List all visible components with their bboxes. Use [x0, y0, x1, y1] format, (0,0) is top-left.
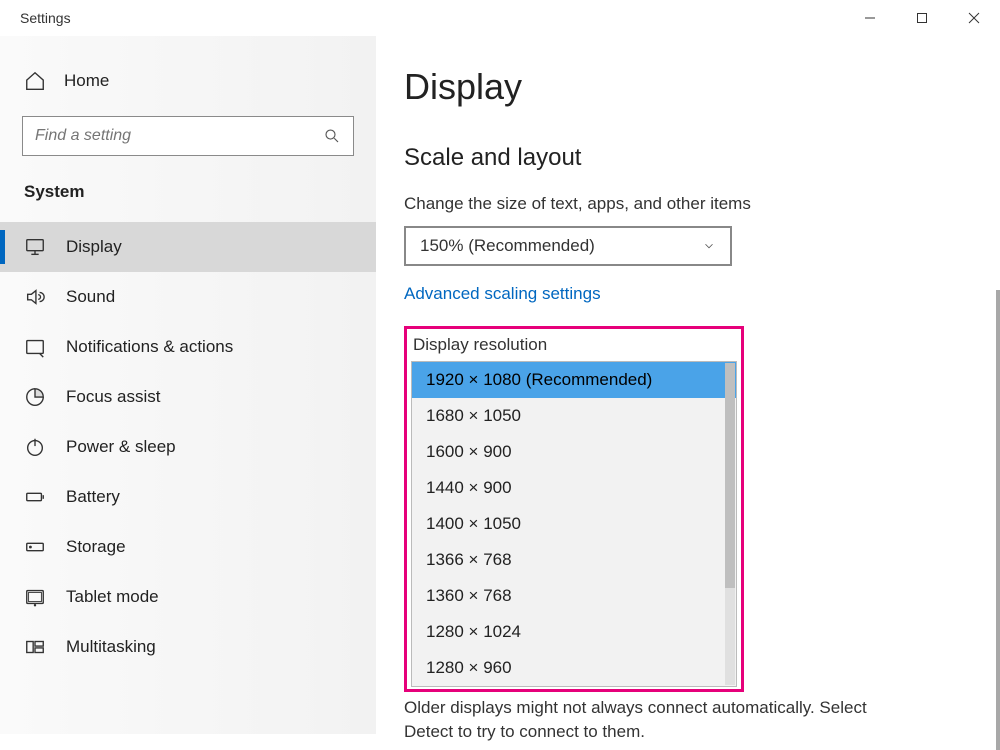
list-scrollbar[interactable]	[725, 363, 735, 685]
page-title: Display	[404, 66, 972, 108]
sidebar-item-multitasking[interactable]: Multitasking	[0, 622, 376, 672]
multitasking-icon	[24, 636, 46, 658]
resolution-option[interactable]: 1920 × 1080 (Recommended)	[412, 362, 736, 398]
close-button[interactable]	[948, 0, 1000, 36]
sidebar-item-display[interactable]: Display	[0, 222, 376, 272]
scale-value: 150% (Recommended)	[420, 236, 595, 256]
chevron-down-icon	[702, 239, 716, 253]
sidebar-item-battery[interactable]: Battery	[0, 472, 376, 522]
sidebar-item-label: Tablet mode	[66, 587, 159, 607]
maximize-button[interactable]	[896, 0, 948, 36]
sidebar-item-tablet[interactable]: Tablet mode	[0, 572, 376, 622]
home-nav[interactable]: Home	[0, 56, 376, 106]
storage-icon	[24, 536, 46, 558]
resolution-option[interactable]: 1366 × 768	[412, 542, 736, 578]
window-controls	[844, 0, 1000, 36]
section-scale-layout: Scale and layout	[404, 144, 972, 172]
sidebar-item-label: Power & sleep	[66, 437, 176, 457]
sidebar-item-label: Notifications & actions	[66, 337, 233, 357]
sidebar-item-label: Display	[66, 237, 122, 257]
notifications-icon	[24, 336, 46, 358]
detect-hint-text: Older displays might not always connect …	[404, 696, 884, 744]
resolution-option[interactable]: 1280 × 960	[412, 650, 736, 686]
advanced-scaling-link[interactable]: Advanced scaling settings	[404, 284, 601, 304]
scale-label: Change the size of text, apps, and other…	[404, 194, 972, 214]
scrollbar-thumb[interactable]	[725, 363, 735, 588]
home-label: Home	[64, 71, 109, 91]
sidebar-item-focus[interactable]: Focus assist	[0, 372, 376, 422]
resolution-option[interactable]: 1680 × 1050	[412, 398, 736, 434]
resolution-option[interactable]: 1400 × 1050	[412, 506, 736, 542]
resolution-option[interactable]: 1360 × 768	[412, 578, 736, 614]
power-icon	[24, 436, 46, 458]
battery-icon	[24, 486, 46, 508]
sidebar-item-power[interactable]: Power & sleep	[0, 422, 376, 472]
sidebar-item-sound[interactable]: Sound	[0, 272, 376, 322]
resolution-dropdown-list[interactable]: 1920 × 1080 (Recommended)1680 × 10501600…	[411, 361, 737, 687]
sidebar-item-label: Focus assist	[66, 387, 160, 407]
sound-icon	[24, 286, 46, 308]
titlebar: Settings	[0, 0, 1000, 36]
search-icon	[323, 127, 341, 145]
resolution-label: Display resolution	[411, 333, 737, 361]
content: Display Scale and layout Change the size…	[376, 36, 1000, 734]
search-input[interactable]	[35, 127, 323, 145]
resolution-option[interactable]: 1600 × 900	[412, 434, 736, 470]
scale-dropdown[interactable]: 150% (Recommended)	[404, 226, 732, 266]
home-icon	[24, 70, 46, 92]
search-box[interactable]	[22, 116, 354, 156]
window-title: Settings	[20, 10, 71, 26]
sidebar-item-label: Battery	[66, 487, 120, 507]
sidebar-item-label: Storage	[66, 537, 126, 557]
resolution-option[interactable]: 1280 × 1024	[412, 614, 736, 650]
sidebar-item-label: Sound	[66, 287, 115, 307]
resolution-highlight: Display resolution 1920 × 1080 (Recommen…	[404, 326, 744, 692]
sidebar: Home System Display Sound Notifications & …	[0, 36, 376, 734]
category-label: System	[0, 174, 376, 222]
display-icon	[24, 236, 46, 258]
focus-icon	[24, 386, 46, 408]
sidebar-item-storage[interactable]: Storage	[0, 522, 376, 572]
minimize-button[interactable]	[844, 0, 896, 36]
content-scrollbar[interactable]	[996, 290, 1000, 750]
tablet-icon	[24, 586, 46, 608]
sidebar-item-label: Multitasking	[66, 637, 156, 657]
sidebar-item-notifications[interactable]: Notifications & actions	[0, 322, 376, 372]
resolution-option[interactable]: 1440 × 900	[412, 470, 736, 506]
